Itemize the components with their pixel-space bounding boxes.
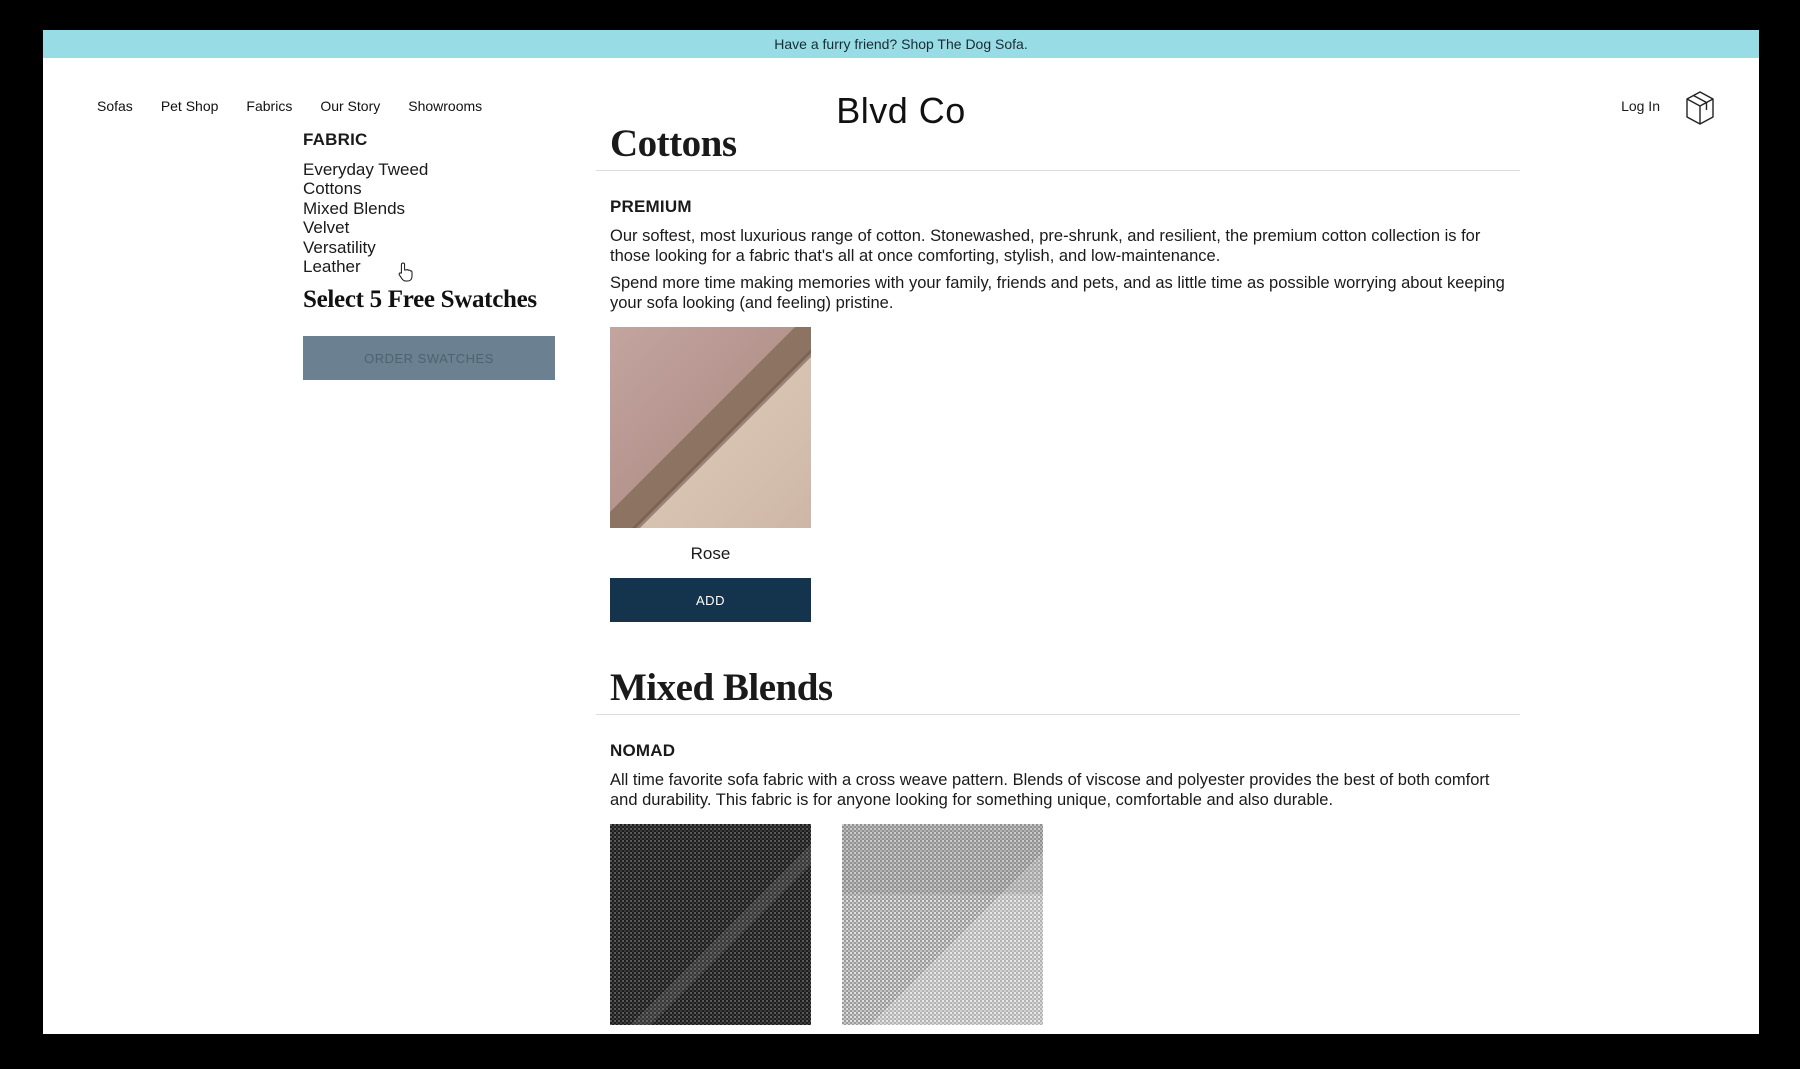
cottons-description-1: Our softest, most luxurious range of cot… <box>610 227 1481 265</box>
sidebar-item-cottons[interactable]: Cottons <box>303 179 555 198</box>
sidebar-title: FABRIC <box>303 130 368 149</box>
add-swatch-button-rose[interactable]: ADD <box>610 578 811 622</box>
subtitle-premium: PREMIUM <box>610 197 692 216</box>
sidebar-item-leather[interactable]: Leather <box>303 257 555 276</box>
announcement-text[interactable]: Have a furry friend? Shop The Dog Sofa. <box>774 36 1027 52</box>
main-content: Cottons PREMIUM Our softest, most luxuri… <box>596 118 1520 1025</box>
fabric-sidebar: FABRIC Everyday Tweed Cottons Mixed Blen… <box>303 130 555 381</box>
sidebar-item-everyday-tweed[interactable]: Everyday Tweed <box>303 160 555 179</box>
section-title-mixed-blends: Mixed Blends <box>596 662 1520 715</box>
cottons-swatch-row: Rose ADD <box>610 327 1520 622</box>
swatch-heading: Select 5 Free Swatches <box>303 286 537 314</box>
swatch-card-rose: Rose ADD <box>610 327 811 622</box>
sidebar-item-mixed-blends[interactable]: Mixed Blends <box>303 199 555 218</box>
section-cottons: Cottons PREMIUM Our softest, most luxuri… <box>596 118 1520 622</box>
sidebar-item-versatility[interactable]: Versatility <box>303 238 555 257</box>
mixed-blends-swatch-row <box>610 824 1520 1025</box>
swatch-image-nomad-dark[interactable] <box>610 824 811 1025</box>
section-mixed-blends: Mixed Blends NOMAD All time favorite sof… <box>596 662 1520 1025</box>
announcement-bar[interactable]: Have a furry friend? Shop The Dog Sofa. <box>43 30 1759 58</box>
hand-cursor-icon <box>398 262 413 282</box>
section-title-cottons: Cottons <box>596 118 1520 171</box>
subtitle-nomad: NOMAD <box>610 741 676 760</box>
swatch-image-rose[interactable] <box>610 327 811 528</box>
swatch-label-rose: Rose <box>690 544 731 563</box>
mixed-blends-description: All time favorite sofa fabric with a cro… <box>610 771 1490 809</box>
cottons-description-2: Spend more time making memories with you… <box>610 274 1505 312</box>
login-link[interactable]: Log In <box>1621 98 1660 114</box>
sidebar-item-velvet[interactable]: Velvet <box>303 218 555 237</box>
order-swatches-button[interactable]: ORDER SWATCHES <box>303 336 555 381</box>
page: Have a furry friend? Shop The Dog Sofa. … <box>43 30 1759 1034</box>
fabric-list: Everyday Tweed Cottons Mixed Blends Velv… <box>303 160 555 276</box>
swatch-image-nomad-light[interactable] <box>842 824 1043 1025</box>
box-cart-icon[interactable] <box>1685 90 1715 126</box>
